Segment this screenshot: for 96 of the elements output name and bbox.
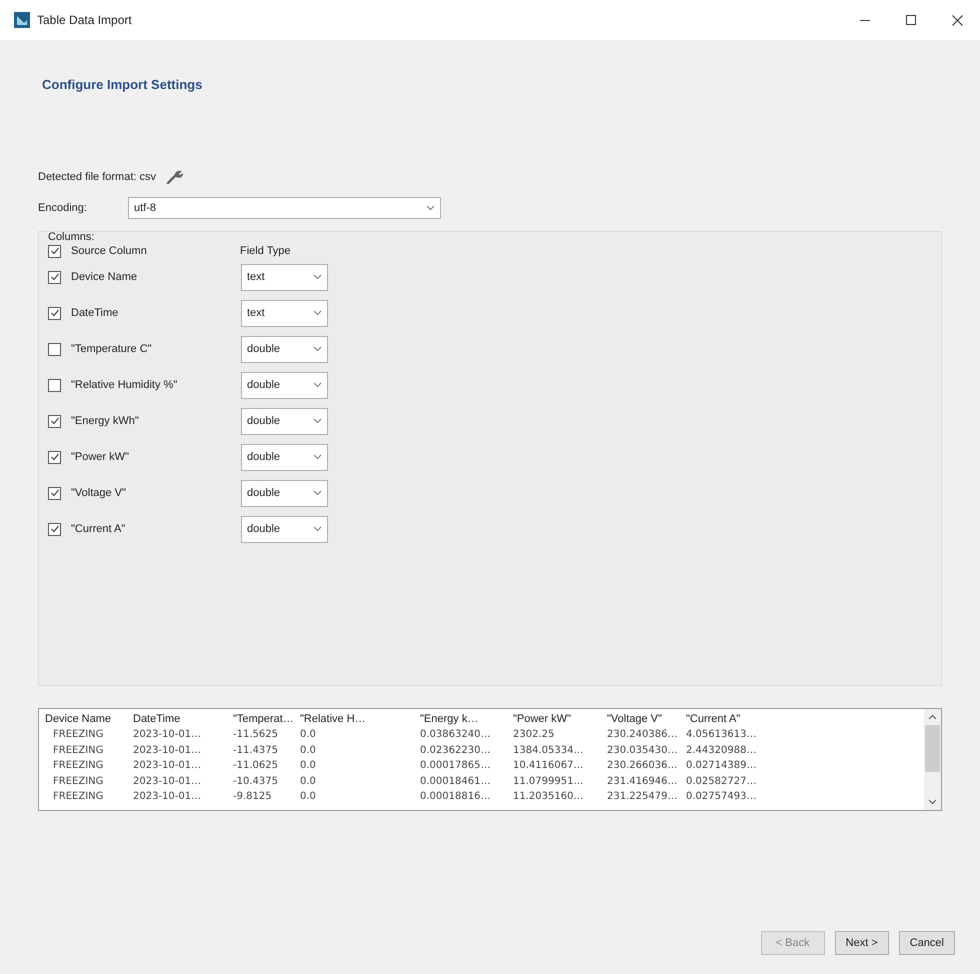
checkbox[interactable] — [48, 414, 61, 428]
table-cell-text: -11.0625 — [233, 759, 279, 774]
table-cell-text: 0.0 — [300, 774, 317, 789]
table-cell-text: 2023-10-01… — [133, 774, 202, 789]
column-name: "Current A" — [71, 522, 126, 537]
caret-icon — [313, 526, 322, 532]
column-name: "Energy kWh" — [71, 414, 140, 429]
table-cell-text: 0.0 — [300, 744, 317, 758]
detected-format-label: Detected file format: csv — [38, 170, 156, 184]
checkbox[interactable] — [48, 244, 61, 258]
column-name: "Voltage V" — [71, 486, 127, 501]
table-cell-text: 2023-10-01… — [133, 759, 202, 774]
table-cell-text: 2023-10-01… — [133, 744, 202, 758]
column-name: Device Name — [71, 270, 138, 285]
field-type-dropdown[interactable]: double — [241, 444, 328, 470]
table-cell-text: -10.4375 — [233, 774, 279, 789]
table-cell-text: 0.02582727… — [686, 774, 758, 789]
table-header[interactable]: "Energy k… — [420, 710, 513, 728]
checkbox[interactable] — [48, 522, 61, 536]
table-cell-text: FREEZING — [52, 774, 104, 789]
field-type-dropdown[interactable]: double — [241, 480, 328, 506]
table-cell-text: 0.02757493… — [686, 790, 758, 804]
caret-icon — [313, 274, 322, 280]
table-cell-text: 0.0 — [300, 759, 317, 774]
table-header[interactable]: "Power kW" — [513, 710, 607, 728]
table-cell-text: 0.00018461… — [420, 774, 492, 789]
caret-icon — [313, 490, 322, 496]
table-cell-text: 11.2035160… — [513, 790, 584, 804]
table-cell-text: 0.02714389… — [686, 759, 758, 774]
page-heading: Configure Import Settings — [41, 76, 204, 94]
table-header[interactable]: "Voltage V" — [607, 710, 686, 728]
table-cell-text: FREEZING — [52, 728, 104, 742]
table-cell-text: 231.416946… — [607, 774, 678, 789]
column-header: Source Column — [71, 244, 148, 259]
table-cell-text: -11.4375 — [233, 744, 279, 758]
caret-icon — [313, 418, 322, 424]
field-type-dropdown[interactable]: double — [241, 516, 328, 542]
table-cell-text: FREEZING — [52, 744, 104, 758]
wrench-icon[interactable] — [166, 168, 184, 185]
caret-icon — [426, 205, 435, 211]
checkbox[interactable] — [48, 342, 61, 356]
table-cell-text: -9.8125 — [233, 790, 273, 804]
caret-icon — [313, 346, 322, 352]
column-name: "Relative Humidity %" — [71, 378, 178, 393]
table-cell-text: FREEZING — [52, 790, 104, 804]
field-type-dropdown[interactable]: double — [241, 372, 328, 398]
table-cell-text: 0.00018816… — [420, 790, 492, 804]
table-cell-text: 231.225479… — [607, 790, 678, 804]
dialog-button[interactable]: Cancel — [898, 931, 955, 955]
table-cell-text: 0.0 — [300, 790, 317, 804]
table-cell-text: FREEZING — [52, 759, 104, 774]
table-cell-text: 230.035430… — [607, 744, 678, 758]
table-cell-text: 230.240386… — [607, 728, 678, 742]
table-header[interactable]: "Temperat… — [233, 710, 300, 728]
table-header[interactable]: DateTime — [133, 710, 233, 728]
checkbox[interactable] — [48, 306, 61, 320]
app-icon — [14, 12, 30, 28]
scroll-thumb[interactable] — [925, 725, 940, 772]
table-cell-text: 4.05613613… — [686, 728, 758, 742]
table-cell-text: 0.00017865… — [420, 759, 492, 774]
table-cell-text: 2.44320988… — [686, 744, 758, 758]
field-type-dropdown[interactable]: text — [241, 300, 328, 326]
dialog-button[interactable]: Next > — [834, 931, 889, 955]
column-header: Field Type — [240, 244, 291, 259]
table-cell-text: 2023-10-01… — [133, 728, 202, 742]
group-title: Columns: — [48, 231, 96, 243]
caret-icon — [313, 454, 322, 460]
encoding-dropdown[interactable]: utf-8 — [128, 197, 441, 219]
table-cell-text: 10.4116067… — [513, 759, 584, 774]
scrollbar[interactable] — [924, 709, 941, 810]
field-type-dropdown[interactable]: double — [241, 408, 328, 434]
field-type-dropdown[interactable]: text — [241, 264, 328, 290]
checkbox[interactable] — [48, 270, 61, 284]
table-cell-text: 0.02362230… — [420, 744, 492, 758]
checkbox[interactable] — [48, 486, 61, 500]
table-cell-text: 11.0799951… — [513, 774, 584, 789]
table-header[interactable]: "Relative H… — [300, 710, 420, 728]
column-name: "Power kW" — [71, 450, 130, 465]
table-header[interactable]: Device Name — [45, 710, 133, 728]
table-cell-text: 1384.05334… — [513, 744, 584, 758]
window-title: Table Data Import — [37, 12, 132, 29]
caret-icon — [313, 310, 322, 316]
table-header[interactable]: "Current A" — [686, 710, 776, 728]
table-cell-text: 2302.25 — [513, 728, 556, 742]
checkbox[interactable] — [48, 378, 61, 392]
table-cell-text: 2023-10-01… — [133, 790, 202, 804]
encoding-label: Encoding: — [38, 200, 88, 216]
field-type-dropdown[interactable]: double — [241, 336, 328, 362]
table-cell-text: 0.0 — [300, 728, 317, 742]
table-cell-text: 0.03863240… — [420, 728, 492, 742]
column-name: "Temperature C" — [71, 342, 153, 357]
caret-icon — [313, 382, 322, 388]
table-cell-text: -11.5625 — [233, 728, 279, 742]
column-name: DateTime — [71, 306, 120, 321]
checkbox[interactable] — [48, 450, 61, 464]
table-cell-text: 230.266036… — [607, 759, 678, 774]
